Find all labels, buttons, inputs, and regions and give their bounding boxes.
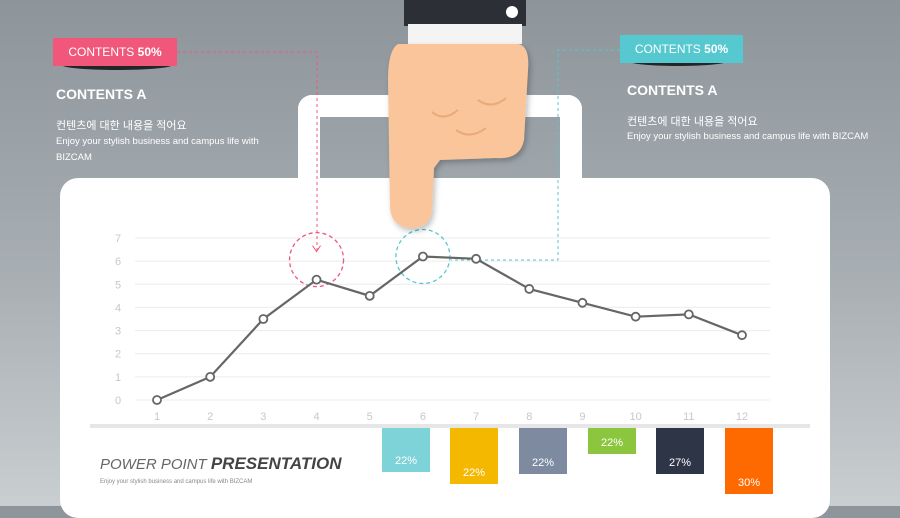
y-tick-label-3: 3 [115, 326, 121, 338]
bar-label-3: 22% [601, 437, 623, 449]
y-tick-label-5: 5 [115, 279, 121, 291]
data-point-9 [630, 311, 641, 322]
data-point-4 [364, 290, 375, 301]
y-tick-label-2: 2 [115, 349, 121, 361]
panel-divider [90, 424, 810, 428]
data-point-6 [471, 253, 481, 264]
bar-label-1: 22% [463, 467, 485, 479]
y-tick-label-4: 4 [115, 302, 121, 314]
line-chart: 22%22%22%22%27%30% 012345671 2 3 4 5 6 7 8 9 10 11… [90, 49, 810, 496]
data-point-0 [152, 395, 162, 405]
data-point-11 [737, 330, 747, 341]
x-tick-label-0: 1 [154, 411, 160, 423]
x-tick-label-9: 10 [630, 411, 642, 423]
x-tick-label-4: 5 [367, 411, 373, 423]
y-tick-label-1: 1 [115, 372, 121, 384]
chart-grid [135, 237, 770, 401]
y-tick-label-7: 7 [115, 233, 121, 245]
x-tick-label-10: 11 [683, 411, 694, 423]
footer-title: POWER POINT PRESENTATION [100, 454, 342, 474]
bar-label-5: 30% [738, 477, 760, 489]
footer-title-prefix: POWER POINT [100, 456, 211, 473]
x-tick-label-5: 6 [420, 411, 426, 423]
x-tick-label-7: 8 [526, 411, 532, 423]
series-line [156, 255, 743, 402]
x-tick-label-8: 9 [579, 411, 585, 423]
data-point-8 [577, 297, 588, 308]
callout-connector-left [177, 51, 318, 252]
data-point-2 [258, 314, 269, 324]
footer-subtitle: Enjoy your stylish business and campus l… [100, 479, 253, 485]
callout-connectors [177, 49, 620, 288]
data-point-10 [683, 309, 694, 320]
x-tick-label-6: 7 [473, 411, 479, 423]
data-point-1 [205, 371, 216, 382]
x-tick-label-3: 4 [313, 411, 319, 423]
data-point-3 [311, 274, 322, 285]
footer-title-bold: PRESENTATION [210, 454, 342, 473]
x-tick-label-1: 2 [207, 411, 213, 423]
bar-label-2: 22% [532, 457, 554, 469]
x-tick-label-2: 3 [260, 411, 266, 423]
bar-label-4: 27% [669, 457, 691, 469]
callout-connector-right [450, 49, 620, 261]
y-tick-label-6: 6 [115, 256, 121, 268]
line-series [152, 251, 747, 405]
data-point-5 [418, 251, 428, 262]
data-point-7 [524, 284, 535, 294]
x-tick-label-11: 12 [736, 411, 748, 423]
y-tick-label-0: 0 [115, 395, 121, 407]
bar-label-0: 22% [395, 455, 417, 467]
